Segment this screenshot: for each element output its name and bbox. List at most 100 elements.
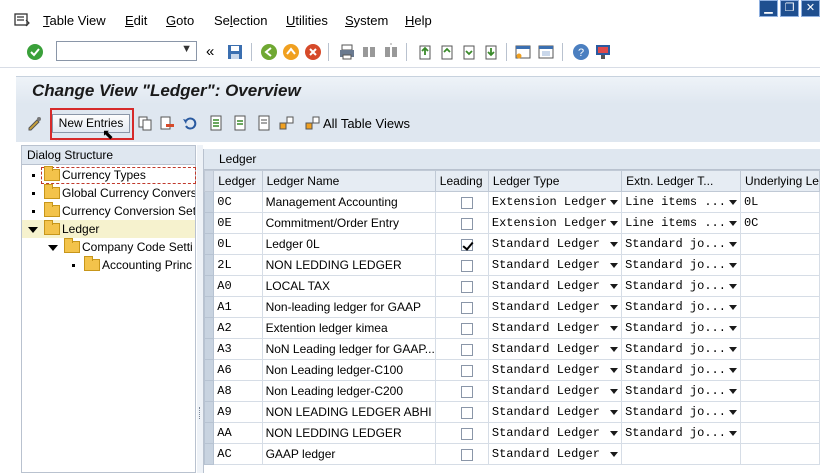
table-row[interactable]: A9 NON LEADING LEDGER ABHI Standard Ledger… [203,401,820,423]
cell-ledger-name[interactable]: Management Accounting [261,191,436,213]
cell-ledger-name[interactable]: NoN Leading ledger for GAAP... [261,338,436,360]
cell-underlying-ledger[interactable] [739,401,820,423]
dropdown-arrow-icon[interactable] [610,368,619,373]
cell-underlying-ledger[interactable] [739,254,820,276]
dropdown-arrow-icon[interactable] [728,263,737,268]
menu-item[interactable]: Goto [166,13,194,28]
dropdown-arrow-icon[interactable] [610,326,619,331]
print-icon[interactable] [338,43,356,61]
cell-underlying-ledger[interactable] [739,317,820,339]
cell-ledger-type[interactable]: Standard Ledger [487,401,623,423]
dropdown-arrow-icon[interactable] [610,242,619,247]
cell-extn-ledger-type[interactable]: Standard jo... [621,254,741,276]
command-input[interactable] [57,42,175,60]
dropdown-arrow-icon[interactable] [728,431,737,436]
select-all-icon[interactable] [208,115,224,131]
cell-underlying-ledger[interactable] [739,380,820,402]
all-table-views-icon[interactable] [305,115,321,131]
deselect-all-icon[interactable] [256,115,272,131]
cell-ledger-type[interactable]: Standard Ledger [487,275,623,297]
dropdown-arrow-icon[interactable] [610,221,619,226]
cell-underlying-ledger[interactable] [739,359,820,381]
menu-item[interactable]: Selection [214,13,268,28]
table-row[interactable]: A1 Non-leading ledger for GAAP Standard Le… [203,296,820,318]
nav-back-icon[interactable]: « [206,43,214,60]
cell-ledger-type[interactable]: Standard Ledger [487,254,623,276]
cell-underlying-ledger[interactable] [739,338,820,360]
cell-extn-ledger-type[interactable]: Standard jo... [621,233,741,255]
enter-icon[interactable] [26,43,44,61]
first-page-icon[interactable] [416,43,434,61]
leading-checkbox[interactable] [460,427,473,440]
expand-arrow-icon[interactable] [28,227,38,233]
row-selector[interactable] [203,338,215,360]
leading-checkbox[interactable] [460,280,473,293]
screen-menu-icon[interactable] [14,13,30,27]
cell-ledger-name[interactable]: Non Leading ledger-C200 [261,380,436,402]
dropdown-arrow-icon[interactable] [610,305,619,310]
row-selector[interactable] [203,317,215,339]
cell-extn-ledger-type[interactable] [621,443,741,465]
cell-ledger-name[interactable]: Non-leading ledger for GAAP [261,296,436,318]
cell-extn-ledger-type[interactable]: Standard jo... [621,380,741,402]
menu-item[interactable]: System [345,13,388,28]
cell-ledger-type[interactable]: Standard Ledger [487,443,623,465]
cell-underlying-ledger[interactable]: 0L [739,191,820,213]
dropdown-arrow-icon[interactable] [610,410,619,415]
table-row[interactable]: A2 Extention ledger kimea Standard Ledger S… [203,317,820,339]
menu-item[interactable]: Edit [125,13,147,28]
tree-node-currency-types[interactable]: Currency Types [22,166,195,184]
create-session-icon[interactable] [514,43,532,61]
column-header-underlying-ledger[interactable]: Underlying Le [739,170,820,192]
cell-extn-ledger-type[interactable]: Line items ... [621,212,741,234]
dropdown-arrow-icon[interactable] [728,326,737,331]
table-row[interactable]: A8 Non Leading ledger-C200 Standard Ledger… [203,380,820,402]
new-entries-button[interactable]: New Entries [52,114,130,133]
cell-ledger-type[interactable]: Standard Ledger [487,338,623,360]
cell-extn-ledger-type[interactable]: Standard jo... [621,359,741,381]
cell-underlying-ledger[interactable] [739,296,820,318]
cancel-icon[interactable] [304,43,322,61]
cell-ledger-type[interactable]: Standard Ledger [487,233,623,255]
dropdown-arrow-icon[interactable] [728,200,737,205]
save-icon[interactable] [226,43,244,61]
dropdown-arrow-icon[interactable] [728,410,737,415]
cell-ledger-type[interactable]: Standard Ledger [487,380,623,402]
expand-arrow-icon[interactable] [48,245,58,251]
cell-ledger-type[interactable]: Standard Ledger [487,359,623,381]
tree-node-company-code-settings[interactable]: Company Code Setti [22,238,195,256]
table-row[interactable]: A3 NoN Leading ledger for GAAP... Standard… [203,338,820,360]
row-selector-header[interactable] [203,170,215,192]
row-selector[interactable] [203,359,215,381]
cell-ledger-name[interactable]: GAAP ledger [261,443,436,465]
row-selector[interactable] [203,401,215,423]
dropdown-arrow-icon[interactable] [728,221,737,226]
table-row[interactable]: 0E Commitment/Order Entry Extension Ledger… [203,212,820,234]
table-row[interactable]: AC GAAP ledger Standard Ledger [203,443,820,465]
table-row[interactable]: A6 Non Leading ledger-C100 Standard Ledger… [203,359,820,381]
leading-checkbox[interactable] [460,322,473,335]
help-icon[interactable]: ? [572,43,590,61]
table-row[interactable]: 0C Management Accounting Extension Ledger L… [203,191,820,213]
row-selector[interactable] [203,212,215,234]
cell-ledger-name[interactable]: Commitment/Order Entry [261,212,436,234]
select-block-icon[interactable] [232,115,248,131]
undo-change-icon[interactable] [182,115,198,131]
dropdown-arrow-icon[interactable] [610,389,619,394]
cell-ledger-type[interactable]: Standard Ledger [487,296,623,318]
dropdown-arrow-icon[interactable] [728,284,737,289]
cell-underlying-ledger[interactable] [739,443,820,465]
cell-ledger-name[interactable]: LOCAL TAX [261,275,436,297]
dropdown-arrow-icon[interactable] [610,284,619,289]
row-selector[interactable] [203,443,215,465]
cell-extn-ledger-type[interactable]: Standard jo... [621,422,741,444]
column-header-ledger[interactable]: Ledger [213,170,263,192]
column-header-ledger-name[interactable]: Ledger Name [261,170,436,192]
variants-icon[interactable] [279,115,295,131]
leading-checkbox[interactable] [460,196,473,209]
dropdown-arrow-icon[interactable] [728,347,737,352]
leading-checkbox[interactable] [460,364,473,377]
dropdown-arrow-icon[interactable] [728,242,737,247]
row-selector[interactable] [203,191,215,213]
cell-ledger-type[interactable]: Standard Ledger [487,422,623,444]
